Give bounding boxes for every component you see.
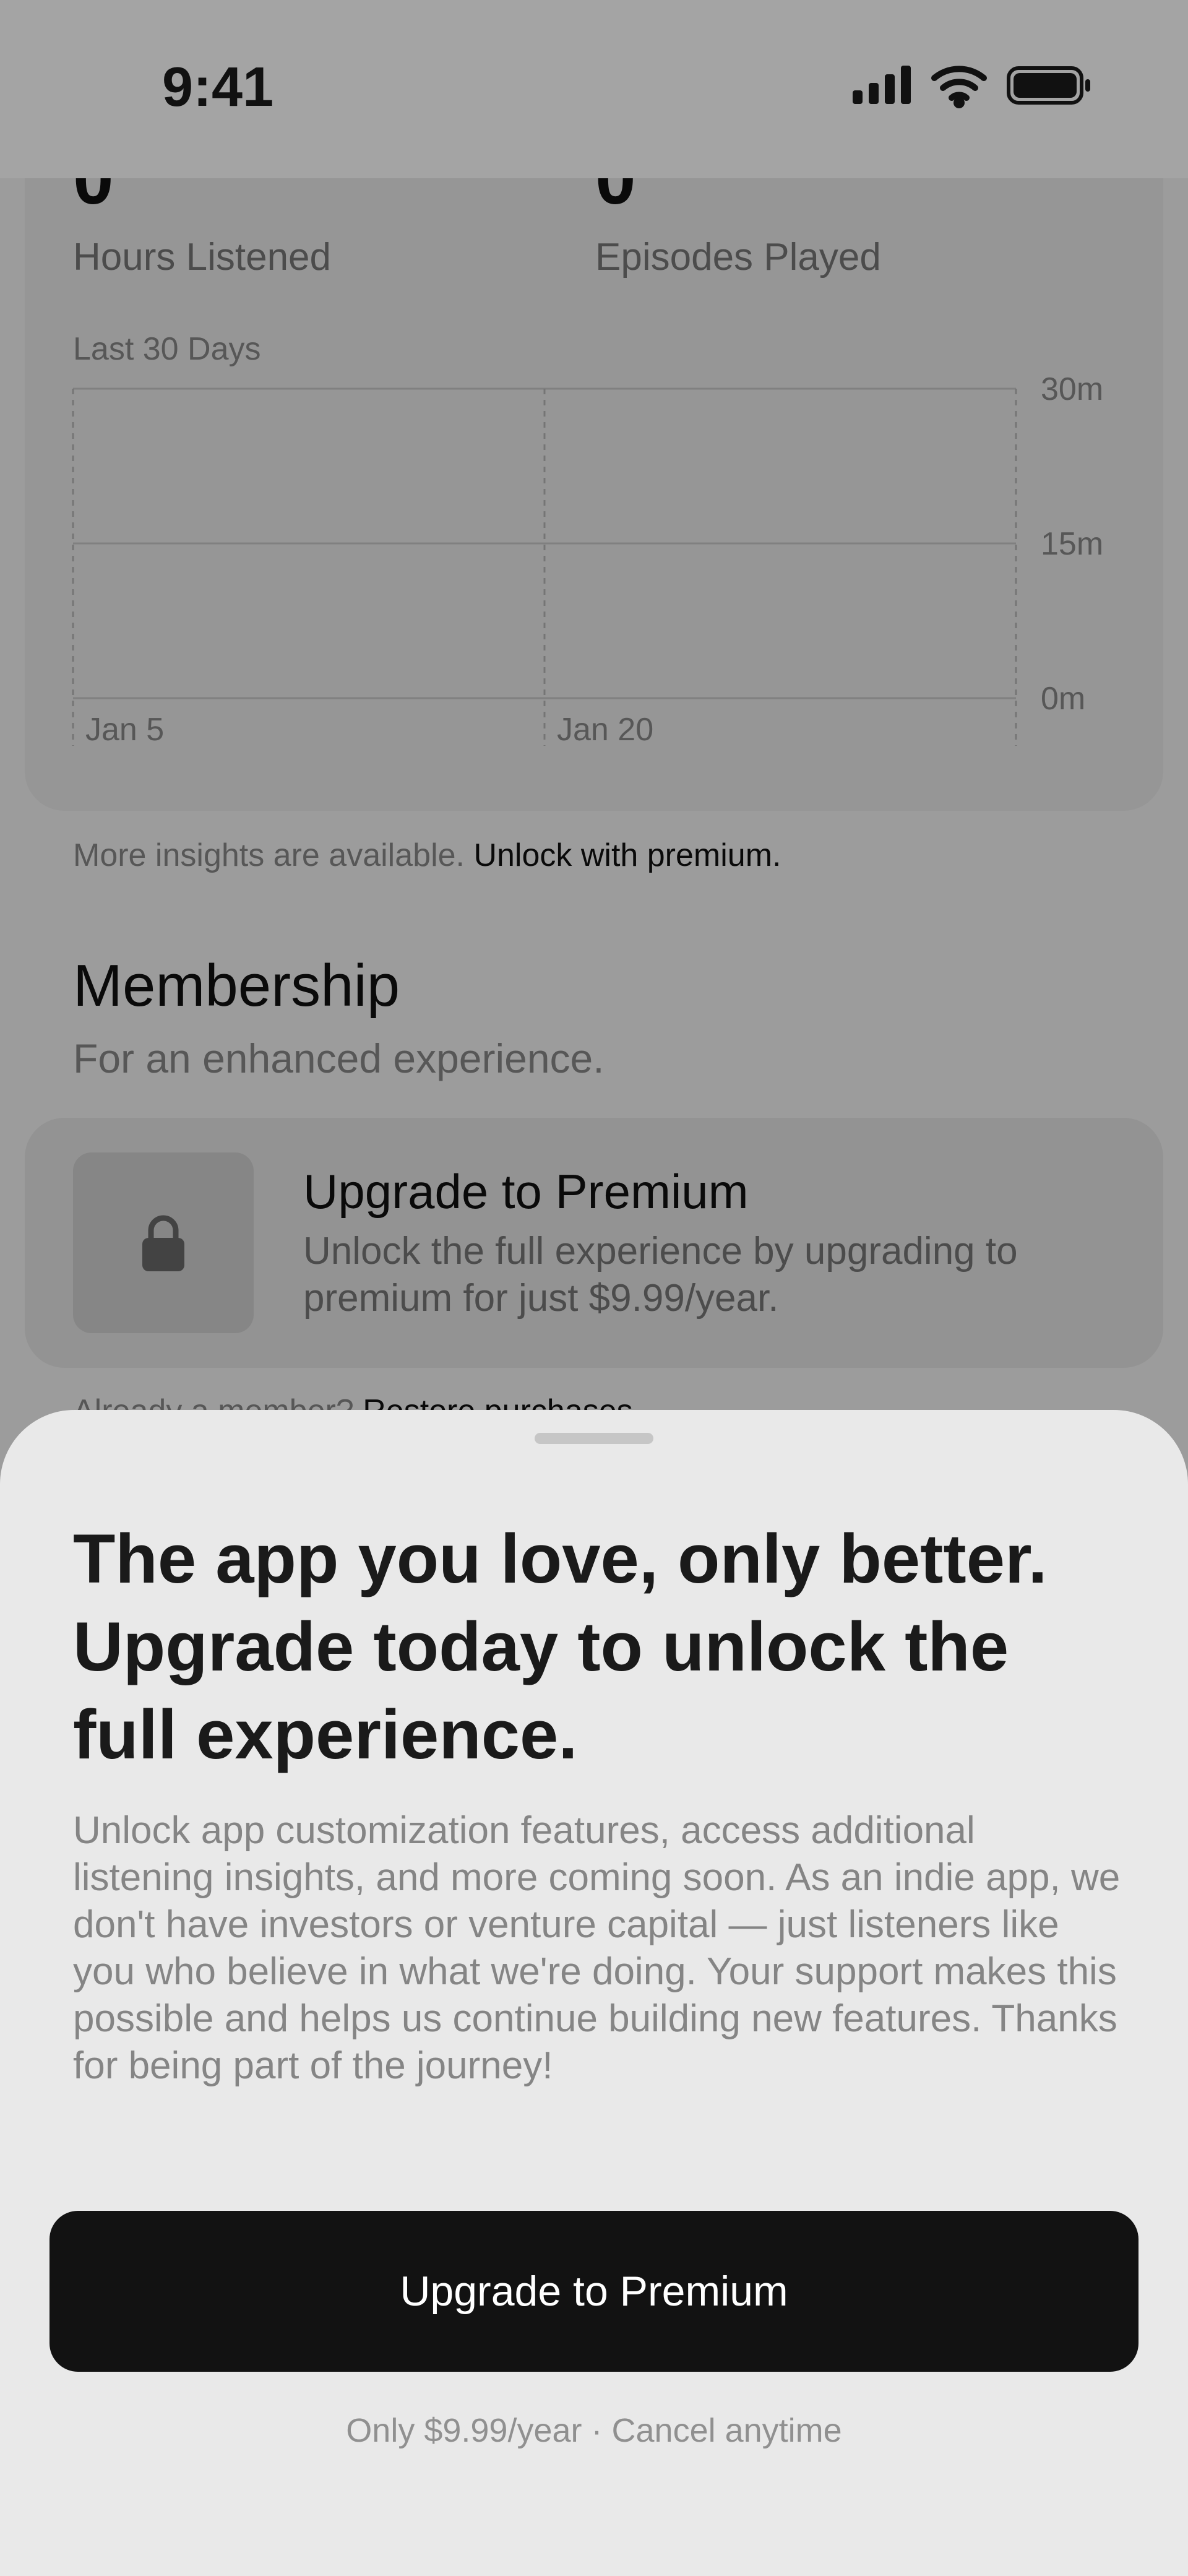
status-bar: 9:41 xyxy=(0,0,1188,178)
price-note: Only $9.99/year · Cancel anytime xyxy=(346,2412,842,2449)
sheet-grabber-handle[interactable] xyxy=(535,1433,653,1444)
status-time: 9:41 xyxy=(162,56,274,118)
wifi-icon xyxy=(931,66,987,108)
battery-icon xyxy=(1007,66,1090,105)
cellular-signal-icon xyxy=(853,66,911,104)
upgrade-to-premium-button[interactable]: Upgrade to Premium xyxy=(50,2211,1138,2372)
sheet-body: Unlock app customization features, acces… xyxy=(73,1809,1121,2087)
upgrade-button-label: Upgrade to Premium xyxy=(400,2268,788,2315)
sheet-headline: The app you love, only better. Upgrade t… xyxy=(73,1520,1048,1773)
status-icons xyxy=(853,66,1090,108)
